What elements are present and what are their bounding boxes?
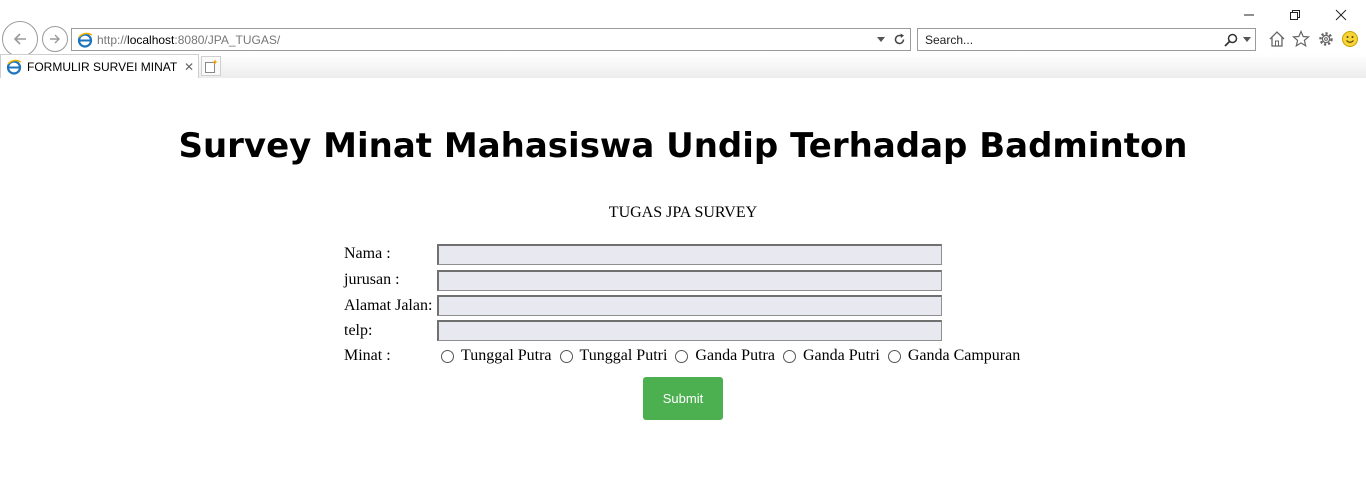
- tab-strip: FORMULIR SURVEI MINAT ... ✕: [0, 54, 1366, 78]
- ie-icon: [6, 59, 22, 75]
- alamat-label: Alamat Jalan:: [344, 297, 433, 314]
- radio-label: Ganda Putra: [695, 347, 775, 364]
- url-path: :8080/JPA_TUGAS/: [174, 32, 281, 47]
- home-icon: [1269, 31, 1285, 47]
- favorites-button[interactable]: [1292, 30, 1310, 48]
- page-content: Survey Minat Mahasiswa Undip Terhadap Ba…: [0, 78, 1366, 481]
- address-bar[interactable]: http://localhost:8080/JPA_TUGAS/: [71, 28, 911, 51]
- browser-chrome: http://localhost:8080/JPA_TUGAS/ Search.…: [0, 0, 1366, 78]
- chevron-down-icon: [1243, 36, 1251, 42]
- search-input[interactable]: Search...: [918, 33, 1223, 47]
- minat-option[interactable]: Ganda Putra: [675, 347, 775, 365]
- nama-input[interactable]: [437, 244, 942, 265]
- radio-button[interactable]: [887, 349, 901, 363]
- chevron-down-icon: [877, 36, 885, 42]
- submit-button[interactable]: Submit: [643, 377, 723, 420]
- tab-active[interactable]: FORMULIR SURVEI MINAT ... ✕: [0, 54, 199, 78]
- minat-label: Minat :: [344, 347, 391, 364]
- refresh-button[interactable]: [888, 33, 910, 46]
- search-icon: [1224, 33, 1238, 47]
- url-text[interactable]: http://localhost:8080/JPA_TUGAS/: [97, 33, 874, 47]
- minat-option[interactable]: Tunggal Putri: [559, 347, 668, 365]
- back-button[interactable]: [2, 21, 38, 57]
- new-tab-icon: [205, 59, 218, 73]
- radio-button[interactable]: [782, 349, 796, 363]
- radio-label: Tunggal Putri: [579, 347, 668, 364]
- minat-radio-group: Tunggal Putra Tunggal Putri Ganda Putra …: [441, 347, 1028, 365]
- back-icon: [13, 33, 26, 45]
- close-window-button[interactable]: [1318, 4, 1364, 26]
- telp-label: telp:: [344, 322, 373, 339]
- gear-icon: [1319, 32, 1333, 46]
- minimize-icon: [1244, 14, 1254, 16]
- minat-option[interactable]: Ganda Putri: [782, 347, 880, 365]
- minimize-button[interactable]: [1226, 4, 1272, 26]
- ie-icon: [77, 32, 93, 48]
- nama-label: Nama :: [344, 245, 391, 262]
- new-tab-button[interactable]: [201, 56, 221, 76]
- home-button[interactable]: [1268, 30, 1286, 48]
- jurusan-input[interactable]: [437, 270, 942, 291]
- settings-button[interactable]: [1317, 30, 1335, 48]
- telp-input[interactable]: [437, 320, 942, 341]
- minat-option[interactable]: Ganda Campuran: [887, 347, 1021, 365]
- jurusan-label: jurusan :: [344, 271, 400, 288]
- refresh-icon: [894, 33, 904, 45]
- close-icon: [1335, 9, 1347, 21]
- tab-title: FORMULIR SURVEI MINAT ...: [27, 59, 180, 74]
- search-button[interactable]: [1223, 33, 1239, 47]
- radio-button[interactable]: [559, 349, 573, 363]
- restore-button[interactable]: [1272, 4, 1318, 26]
- radio-button[interactable]: [441, 349, 454, 363]
- radio-button[interactable]: [675, 349, 689, 363]
- url-scheme: http://: [97, 32, 128, 47]
- feedback-button[interactable]: [1341, 30, 1359, 48]
- search-box[interactable]: Search...: [917, 28, 1256, 51]
- url-host: localhost: [127, 32, 175, 47]
- radio-label: Tunggal Putra: [461, 347, 552, 364]
- alamat-input[interactable]: [437, 295, 942, 316]
- page-subtitle: TUGAS JPA SURVEY: [608, 204, 758, 221]
- forward-icon: [50, 34, 60, 44]
- forward-button[interactable]: [42, 26, 68, 52]
- tab-close-button[interactable]: ✕: [180, 60, 198, 74]
- smiley-icon: [1342, 31, 1358, 47]
- star-icon: [1292, 30, 1310, 48]
- address-dropdown-button[interactable]: [874, 36, 888, 43]
- radio-label: Ganda Campuran: [907, 347, 1021, 364]
- restore-icon: [1290, 10, 1300, 20]
- page-title: Survey Minat Mahasiswa Undip Terhadap Ba…: [178, 126, 1188, 166]
- search-dropdown-button[interactable]: [1239, 36, 1255, 43]
- radio-label: Ganda Putri: [802, 347, 880, 364]
- minat-option[interactable]: Tunggal Putra: [441, 347, 552, 365]
